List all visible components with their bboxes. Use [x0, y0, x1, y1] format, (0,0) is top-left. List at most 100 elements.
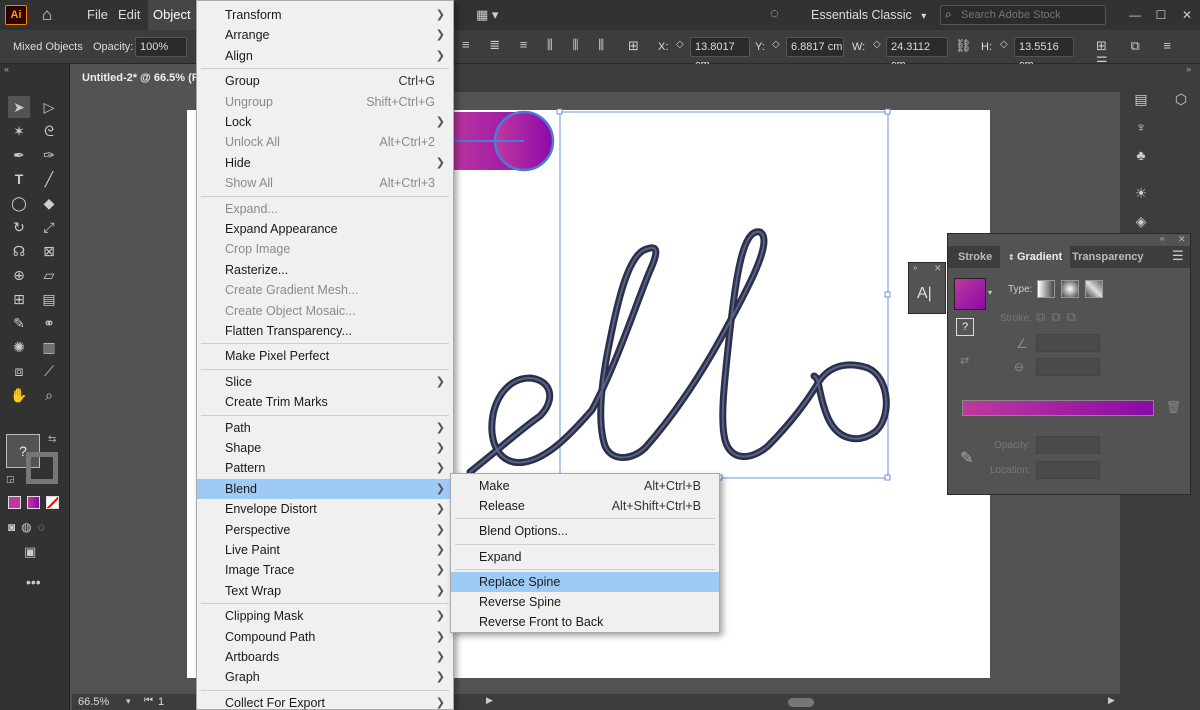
blend-item-reverse-front-to-back[interactable]: Reverse Front to Back [451, 612, 719, 632]
submenu-arrow-icon: ❯ [435, 462, 445, 475]
menu-item-group[interactable]: Group Ctrl+G [197, 71, 453, 91]
menu-item-text-wrap[interactable]: Text Wrap ❯ [197, 581, 453, 601]
submenu-arrow-icon: ❯ [435, 156, 445, 169]
submenu-arrow-icon: ❯ [435, 696, 445, 709]
menu-item-expand-appearance[interactable]: Expand Appearance [197, 219, 453, 239]
menu-item-live-paint[interactable]: Live Paint ❯ [197, 540, 453, 560]
radial-gradient-button[interactable] [1061, 280, 1079, 298]
stop-location-field[interactable] [1036, 461, 1100, 479]
submenu-arrow-icon: ❯ [435, 442, 445, 454]
previous-artboard-icon[interactable]: ⏮ [144, 695, 153, 706]
menu-item-shortcut: Alt+Ctrl+3 [379, 176, 435, 191]
artboard-number[interactable]: 1 [158, 696, 164, 708]
menu-item-label: Envelope Distort [225, 502, 317, 517]
menu-item-rasterize[interactable]: Rasterize... [197, 260, 453, 280]
freeform-gradient-button[interactable] [1085, 280, 1103, 298]
panel-close-icon[interactable]: ✕ [1178, 234, 1186, 245]
menu-item-label: Make [479, 479, 510, 493]
location-label: Location: [990, 465, 1031, 476]
menu-item-label: Expand Appearance [225, 222, 338, 236]
tab-stroke[interactable]: Stroke [950, 246, 1000, 268]
menu-item-shortcut: Ctrl+G [398, 74, 435, 89]
linear-gradient-button[interactable] [1037, 280, 1055, 298]
menu-item-shape[interactable]: Shape ❯ [197, 438, 453, 458]
stop-opacity-field[interactable] [1036, 436, 1100, 454]
fill-stroke-mini-icon[interactable]: ? [956, 318, 974, 336]
blend-item-blend-options[interactable]: Blend Options... [451, 521, 719, 541]
panel-collapse-icon[interactable]: « [1160, 234, 1164, 243]
character-icon[interactable]: A| [917, 285, 932, 303]
menu-item-label: Compound Path [225, 629, 316, 644]
panel-close-icon[interactable]: ✕ [934, 263, 942, 274]
submenu-arrow-icon: ❯ [435, 523, 445, 536]
menu-item-label: Expand [479, 549, 522, 564]
menu-item-label: Blend [225, 481, 257, 496]
zoom-chevron-icon[interactable]: ▾ [126, 696, 131, 707]
delete-stop-icon[interactable]: 🗑 [1166, 400, 1181, 414]
menu-item-perspective[interactable]: Perspective ❯ [197, 520, 453, 540]
menu-item-label: Show All [225, 176, 273, 191]
menu-item-label: Rasterize... [225, 262, 289, 277]
menu-item-label: Slice [225, 374, 253, 389]
menu-item-path[interactable]: Path ❯ [197, 418, 453, 438]
properties-panel-icon[interactable]: ▤ [1130, 88, 1152, 110]
angle-field[interactable] [1036, 334, 1100, 352]
blend-item-reverse-spine[interactable]: Reverse Spine [451, 592, 719, 612]
menu-item-label: Replace Spine [479, 574, 561, 589]
panel-menu-icon[interactable]: ☰ [1172, 248, 1184, 264]
menu-item-pattern[interactable]: Pattern ❯ [197, 458, 453, 478]
stroke-gradient-options[interactable]: ⧉⧉⧉ [1036, 309, 1102, 327]
appearance-panel-icon[interactable]: ☀ [1130, 182, 1152, 204]
menu-item-arrange[interactable]: Arrange ❯ [197, 25, 453, 45]
reverse-gradient-icon[interactable]: ⇄ [960, 354, 969, 367]
menu-item-label: Arrange [225, 28, 270, 43]
brushes-panel-icon[interactable]: ♆ [1130, 116, 1152, 138]
menu-item-envelope-distort[interactable]: Envelope Distort ❯ [197, 499, 453, 519]
menu-item-flatten-transparency[interactable]: Flatten Transparency... [197, 321, 453, 341]
menu-item-graph[interactable]: Graph ❯ [197, 667, 453, 687]
menu-separator [201, 368, 449, 370]
scroll-right-icon[interactable]: ▶ [1108, 695, 1115, 706]
blend-item-replace-spine[interactable]: Replace Spine [451, 571, 719, 592]
menu-item-collect-for-export[interactable]: Collect For Export ❯ [197, 693, 453, 710]
menu-item-transform[interactable]: Transform ❯ [197, 5, 453, 25]
character-panel-mini: » ✕ A| [908, 262, 946, 314]
menu-item-hide[interactable]: Hide ❯ [197, 153, 453, 173]
gradient-preset-chevron-icon[interactable]: ▾ [988, 288, 992, 297]
tab-transparency[interactable]: Transparency [1064, 246, 1152, 268]
stroke-label: Stroke: [1000, 313, 1032, 324]
expand-dock-icon[interactable]: » [1186, 64, 1191, 74]
submenu-arrow-icon: ❯ [435, 630, 445, 643]
menu-item-compound-path[interactable]: Compound Path ❯ [197, 627, 453, 647]
eyedropper-icon[interactable]: ✎ [960, 448, 973, 468]
libraries-panel-icon[interactable]: ⬡ [1170, 88, 1192, 110]
menu-item-label: Expand... [225, 201, 278, 216]
layers-panel-icon[interactable]: ◈ [1130, 210, 1152, 232]
menu-item-create-trim-marks[interactable]: Create Trim Marks [197, 392, 453, 412]
gradient-slider[interactable] [962, 400, 1154, 416]
menu-item-label: Crop Image [225, 242, 291, 257]
menu-item-image-trace[interactable]: Image Trace ❯ [197, 560, 453, 580]
submenu-arrow-icon: ❯ [435, 116, 445, 128]
menu-item-label: Clipping Mask [225, 609, 304, 624]
horizontal-scrollbar[interactable] [788, 698, 814, 707]
menu-item-artboards[interactable]: Artboards ❯ [197, 647, 453, 667]
zoom-field[interactable]: 66.5% [78, 696, 109, 708]
menu-item-label: Blend Options... [479, 524, 568, 539]
blend-item-make[interactable]: Make Alt+Ctrl+B [451, 476, 719, 496]
menu-item-align[interactable]: Align ❯ [197, 46, 453, 66]
blend-item-expand[interactable]: Expand [451, 547, 719, 567]
panel-collapse-icon[interactable]: » [913, 263, 917, 272]
tab-gradient[interactable]: ⇕ Gradient [1000, 246, 1071, 268]
symbols-panel-icon[interactable]: ♣ [1130, 144, 1152, 166]
gradient-preview-swatch[interactable] [954, 278, 986, 310]
menu-item-clipping-mask[interactable]: Clipping Mask ❯ [197, 606, 453, 626]
scroll-left-icon[interactable]: ▶ [486, 695, 493, 706]
menu-item-make-pixel-perfect[interactable]: Make Pixel Perfect [197, 346, 453, 366]
blend-item-release[interactable]: Release Alt+Shift+Ctrl+B [451, 496, 719, 516]
menu-separator [455, 568, 715, 570]
menu-item-slice[interactable]: Slice ❯ [197, 372, 453, 392]
menu-item-lock[interactable]: Lock ❯ [197, 112, 453, 132]
aspect-ratio-field[interactable] [1036, 358, 1100, 376]
menu-item-blend[interactable]: Blend ❯ [197, 478, 453, 499]
